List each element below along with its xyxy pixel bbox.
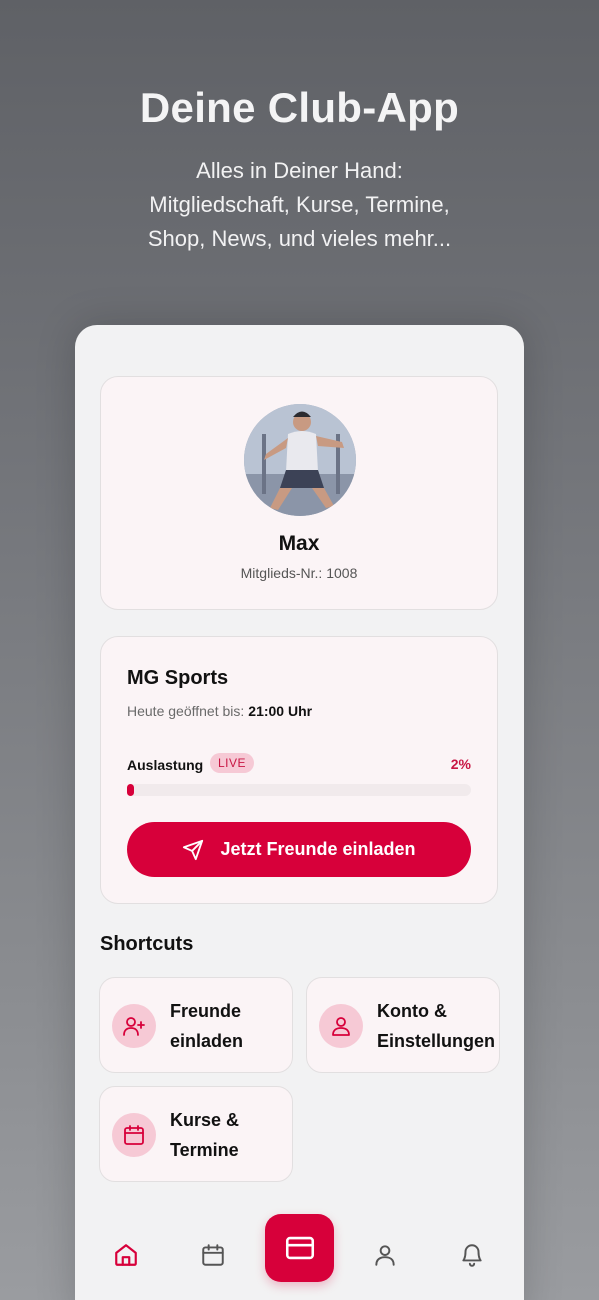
member-number: Mitglieds-Nr.: 1008 <box>240 565 358 581</box>
nav-profile[interactable] <box>367 1237 403 1273</box>
hero-title: Deine Club-App <box>139 84 460 131</box>
calendar-icon <box>112 1113 156 1157</box>
bottom-navigation <box>75 1205 524 1300</box>
shortcut-label-line: Termine <box>170 1140 239 1160</box>
nav-home[interactable] <box>108 1237 144 1273</box>
calendar-icon <box>202 1244 224 1266</box>
bell-icon <box>462 1244 482 1267</box>
shortcut-label-line: Freunde <box>170 1001 242 1021</box>
club-card: MG Sports Heute geöffnet bis: 21:00 Uhr A… <box>100 636 498 904</box>
shortcut-label: Konto & Einstellungen <box>377 996 495 1056</box>
hero-subtitle-line: Alles in Deiner Hand: <box>196 158 403 183</box>
hero-subtitle-line: Shop, News, und vieles mehr... <box>147 226 452 251</box>
home-icon <box>115 1244 137 1266</box>
shortcut-courses-appointments[interactable]: Kurse & Termine <box>99 1086 293 1182</box>
hero-subtitle-line: Mitgliedschaft, Kurse, Termine, <box>149 192 450 217</box>
occupancy-progress-bar <box>127 784 471 796</box>
shortcut-account-settings[interactable]: Konto & Einstellungen <box>306 977 500 1073</box>
avatar-photo <box>244 404 356 516</box>
invite-friends-label: Jetzt Freunde einladen <box>220 839 416 859</box>
app-screen: Max Mitglieds-Nr.: 1008 MG Sports Heute … <box>75 325 524 1300</box>
user-icon <box>375 1245 395 1266</box>
send-icon <box>183 839 204 860</box>
opening-hours-label: Heute geöffnet bis: <box>127 703 245 719</box>
nav-notifications[interactable] <box>454 1237 490 1273</box>
invite-friends-button[interactable]: Jetzt Freunde einladen <box>127 822 471 877</box>
occupancy-percent: 2% <box>450 756 471 772</box>
shortcut-label: Kurse & Termine <box>170 1105 288 1165</box>
card-icon <box>285 1236 314 1260</box>
profile-name: Max <box>278 532 320 555</box>
shortcut-invite-friends[interactable]: Freunde einladen <box>99 977 293 1073</box>
nav-membership-card[interactable] <box>265 1214 334 1282</box>
user-plus-icon <box>112 1004 156 1048</box>
nav-calendar[interactable] <box>195 1237 231 1273</box>
user-icon <box>319 1004 363 1048</box>
shortcut-label-line: Konto & <box>377 1001 447 1021</box>
opening-hours-value: 21:00 Uhr <box>248 703 313 719</box>
shortcuts-heading: Shortcuts <box>100 933 194 955</box>
opening-hours: Heute geöffnet bis: 21:00 Uhr <box>127 703 312 719</box>
hero-subtitle: Alles in Deiner Hand: Mitgliedschaft, Ku… <box>0 154 599 256</box>
shortcut-label-line: Einstellungen <box>377 1031 496 1051</box>
shortcut-label-line: einladen <box>170 1031 244 1051</box>
occupancy-progress-fill <box>127 784 134 796</box>
shortcut-label: Freunde einladen <box>170 996 288 1056</box>
shortcut-label-line: Kurse & <box>170 1110 240 1130</box>
occupancy-label: Auslastung <box>127 757 204 773</box>
profile-card[interactable]: Max Mitglieds-Nr.: 1008 <box>100 376 498 610</box>
club-name: MG Sports <box>127 667 229 689</box>
live-badge: LIVE <box>210 753 255 773</box>
avatar <box>244 404 356 516</box>
